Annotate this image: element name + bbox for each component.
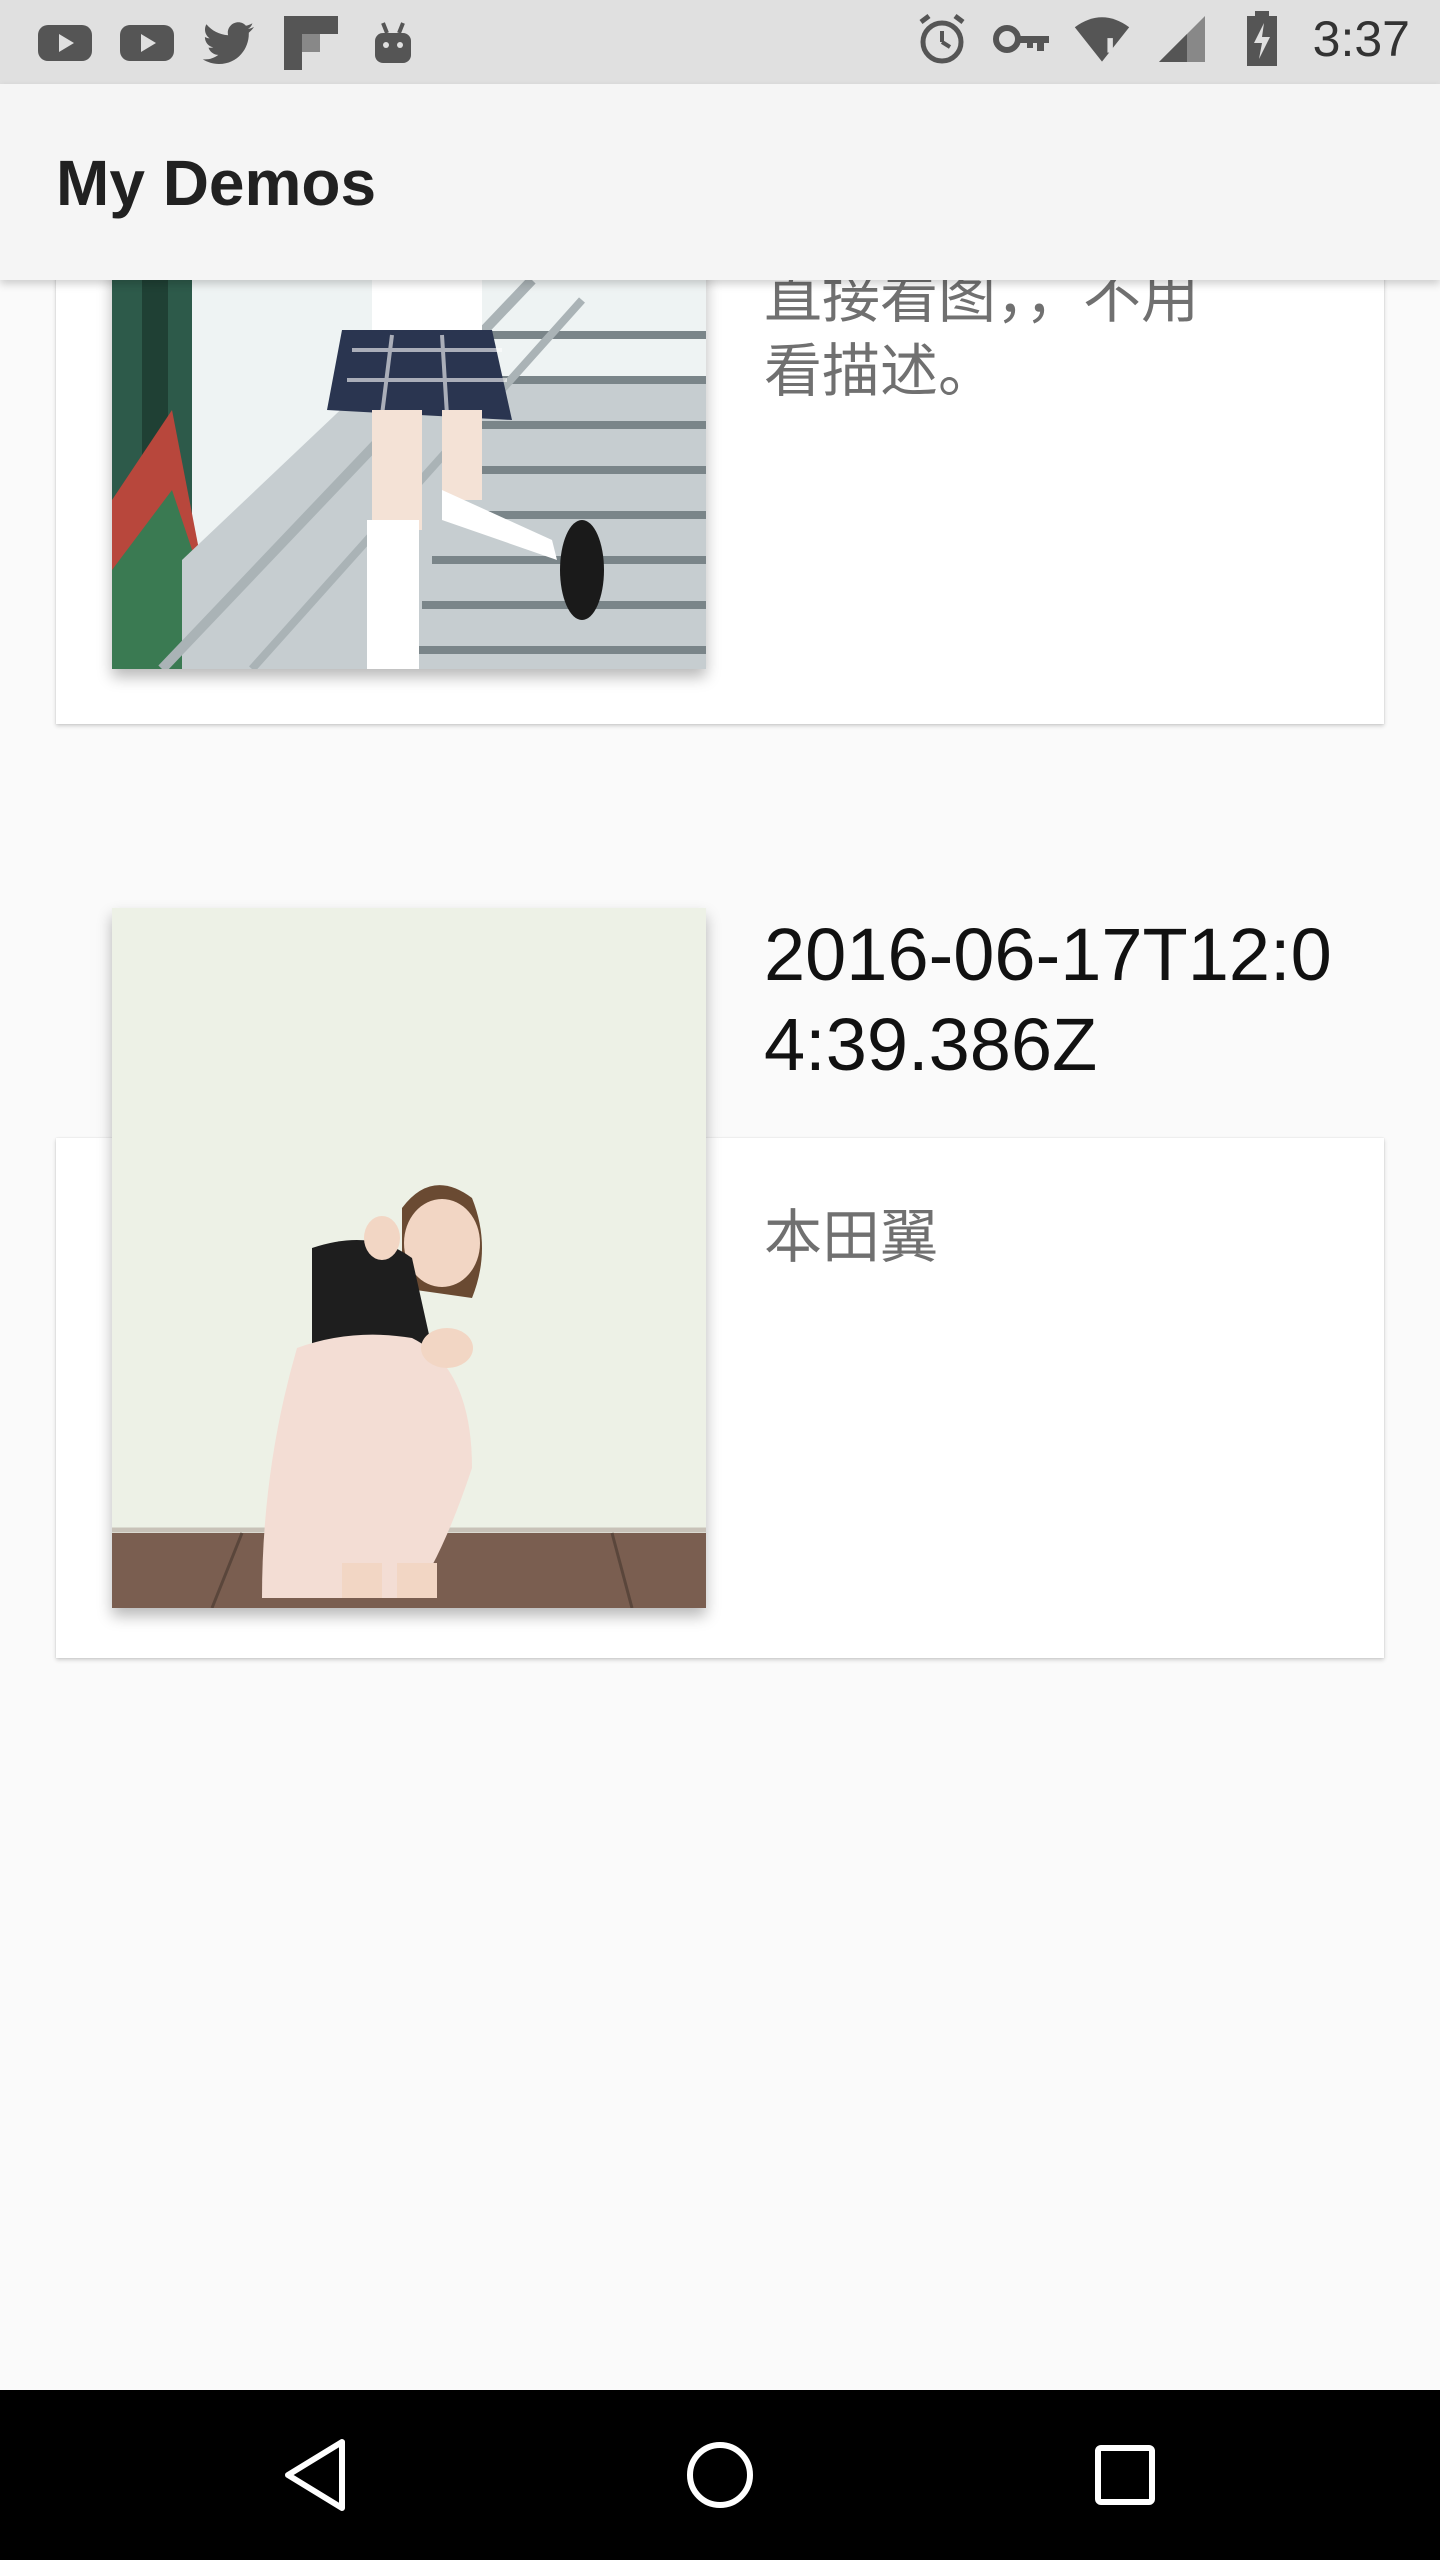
card-title: 2016-06-17T12:04:39.386Z bbox=[764, 913, 1332, 1086]
android-icon bbox=[364, 14, 422, 72]
card-description: 本田翼 bbox=[764, 1203, 939, 1271]
youtube-icon bbox=[118, 14, 176, 72]
flipboard-icon bbox=[282, 14, 340, 72]
photo-schoolgirl-stairs bbox=[112, 280, 706, 669]
card-description: 直接看图，，不用 看描述。 bbox=[764, 280, 1200, 405]
recents-icon[interactable] bbox=[1080, 2430, 1170, 2520]
card-image[interactable] bbox=[112, 908, 706, 1608]
back-icon[interactable] bbox=[272, 2430, 362, 2520]
signal-icon bbox=[1153, 10, 1211, 68]
battery-charging-icon bbox=[1233, 10, 1291, 68]
twitter-icon bbox=[200, 14, 258, 72]
card-list[interactable]: 直接看图，，不用 看描述。 2016-06-17T12:04:39.386Z 本… bbox=[0, 280, 1440, 2390]
app-bar: My Demos bbox=[0, 84, 1440, 280]
wifi-icon bbox=[1073, 10, 1131, 68]
status-bar: 3:37 bbox=[0, 0, 1440, 84]
card-image[interactable] bbox=[112, 280, 706, 669]
youtube-icon bbox=[36, 14, 94, 72]
home-icon[interactable] bbox=[675, 2430, 765, 2520]
photo-woman-sitting bbox=[112, 908, 706, 1608]
system-icons: 3:37 bbox=[913, 10, 1410, 68]
page-title: My Demos bbox=[56, 147, 377, 219]
status-time: 3:37 bbox=[1312, 11, 1410, 67]
vpn-key-icon bbox=[992, 10, 1051, 68]
navigation-bar bbox=[0, 2390, 1440, 2560]
notification-icons bbox=[36, 14, 422, 72]
alarm-icon bbox=[913, 10, 971, 68]
